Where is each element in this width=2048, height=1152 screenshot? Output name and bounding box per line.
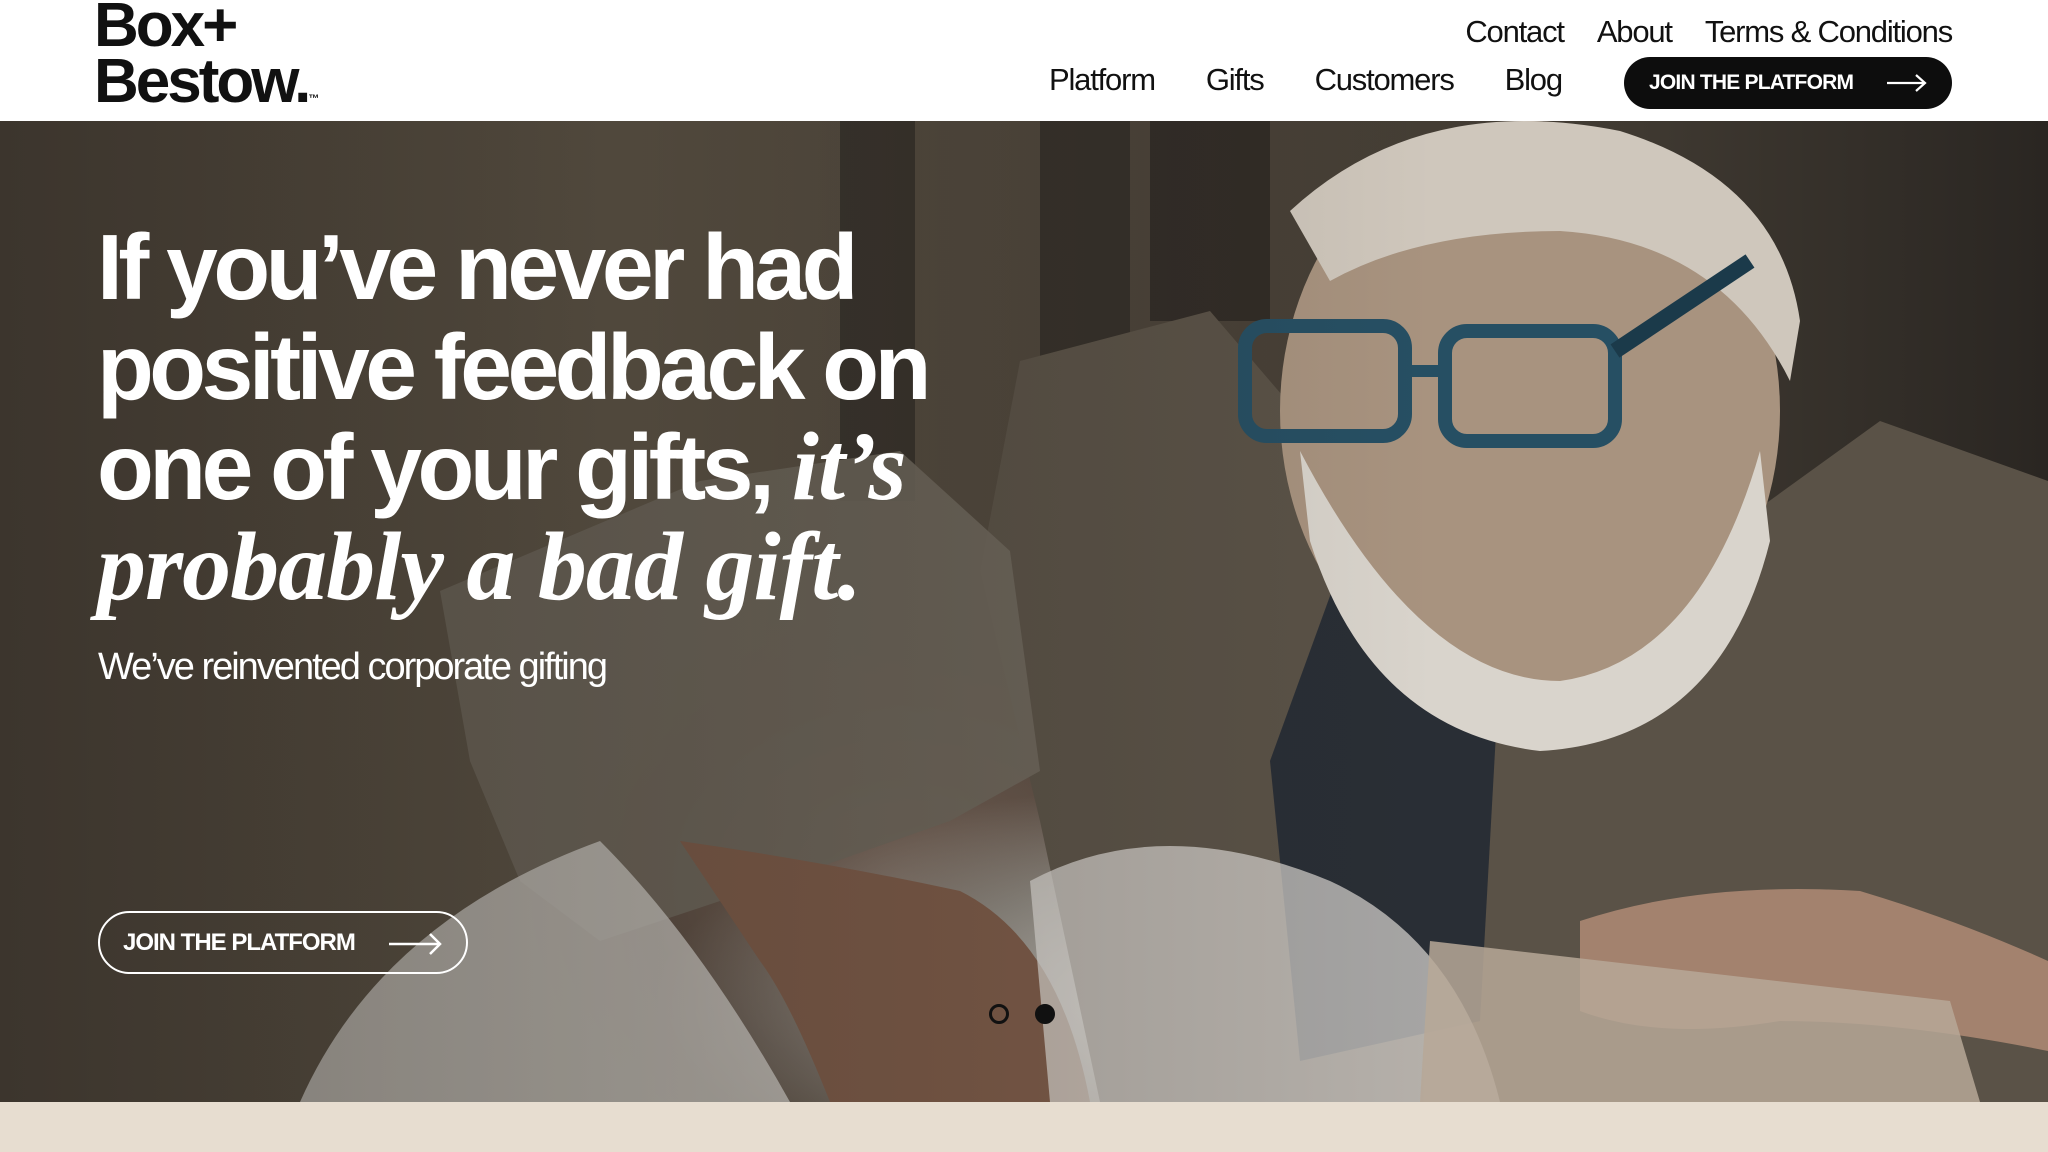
headline-line-2: positive feedback on (97, 315, 931, 419)
logo-line-2: Bestow.™ (94, 47, 320, 116)
next-section-band (0, 1102, 2048, 1152)
hero-cta-label: JOIN THE PLATFORM (123, 928, 356, 956)
carousel-dots (989, 1004, 1055, 1024)
nav-link-gifts[interactable]: Gifts (1206, 62, 1265, 98)
nav-link-contact[interactable]: Contact (1465, 14, 1565, 50)
logo-line-1: Box+ (94, 0, 238, 60)
hero-section: If you’ve never had positive feedback on… (0, 121, 2048, 1102)
headline-emphasis-2: probably a bad gift. (97, 513, 862, 621)
headline-line-3: one of your gifts, (97, 415, 775, 519)
arrow-right-icon (389, 933, 442, 955)
brand-logo[interactable]: Box+ Bestow.™ (94, 0, 364, 127)
headline-line-1: If you’ve never had (97, 215, 858, 319)
join-platform-hero-button[interactable]: JOIN THE PLATFORM (98, 911, 468, 974)
nav-link-about[interactable]: About (1597, 14, 1673, 50)
utility-nav: Contact About Terms & Conditions (1465, 14, 1953, 50)
nav-link-blog[interactable]: Blog (1505, 62, 1563, 98)
trademark-mark: ™ (308, 93, 320, 105)
carousel-dot-1[interactable] (989, 1004, 1009, 1024)
nav-link-customers[interactable]: Customers (1315, 62, 1455, 98)
hero-subhead: We’ve reinvented corporate gifting (98, 646, 608, 688)
carousel-dot-2[interactable] (1035, 1004, 1055, 1024)
nav-link-platform[interactable]: Platform (1049, 62, 1156, 98)
nav-link-terms[interactable]: Terms & Conditions (1705, 14, 1953, 50)
arrow-right-icon (1887, 74, 1927, 92)
site-header: Box+ Bestow.™ Contact About Terms & Cond… (0, 0, 2048, 121)
hero-headline: If you’ve never had positive feedback on… (97, 217, 997, 617)
headline-emphasis-1: it’s (791, 413, 907, 521)
header-cta-label: JOIN THE PLATFORM (1649, 71, 1854, 94)
main-nav: Platform Gifts Customers Blog (1049, 62, 1563, 98)
join-platform-header-button[interactable]: JOIN THE PLATFORM (1624, 57, 1952, 109)
